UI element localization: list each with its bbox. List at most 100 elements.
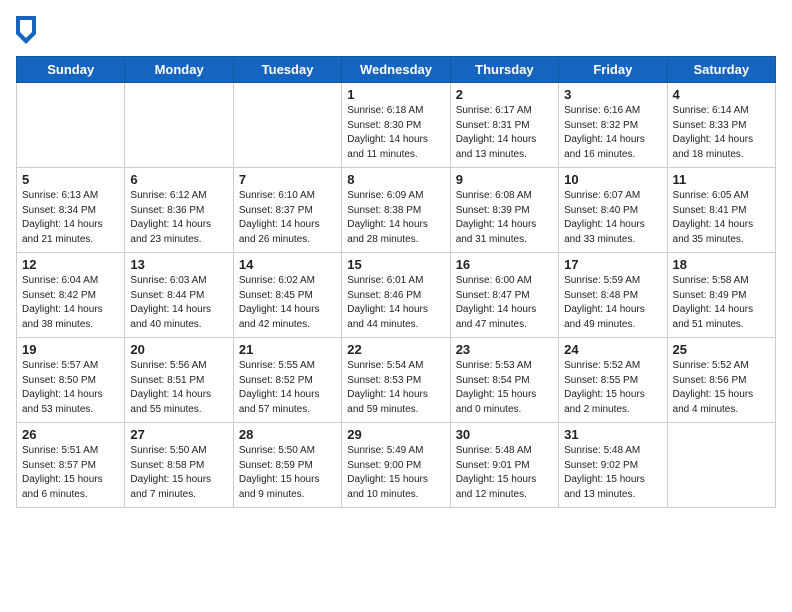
calendar-cell: 15 Sunrise: 6:01 AM Sunset: 8:46 PM Dayli… [342, 253, 450, 338]
day-number: 11 [673, 172, 770, 187]
day-info: Sunrise: 6:04 AM Sunset: 8:42 PM Dayligh… [22, 274, 119, 332]
calendar-cell: 25Sunrise: 5:52 AM Sunset: 8:56 PM Dayli… [667, 338, 775, 423]
calendar-cell: 21 Sunrise: 5:55 AM Sunset: 8:52 PM Dayli… [233, 338, 341, 423]
day-number: 7 [239, 172, 336, 187]
calendar-table: SundayMondayTuesdayWednesdayThursdayFrid… [16, 56, 776, 508]
week-row-4: 19 Sunrise: 5:57 AM Sunset: 8:50 PM Dayli… [17, 338, 776, 423]
day-number: 30 [456, 427, 553, 442]
day-info: Sunrise: 6:09 AM Sunset: 8:38 PM Dayligh… [347, 189, 444, 247]
day-info: Sunrise: 6:01 AM Sunset: 8:46 PM Dayligh… [347, 274, 444, 332]
day-number: 20 [130, 342, 227, 357]
day-number: 8 [347, 172, 444, 187]
calendar-cell: 4Sunrise: 6:14 AM Sunset: 8:33 PM Daylig… [667, 83, 775, 168]
day-number: 1 [347, 87, 444, 102]
day-info: Sunrise: 6:08 AM Sunset: 8:39 PM Dayligh… [456, 189, 553, 247]
day-number: 22 [347, 342, 444, 357]
day-info: Sunrise: 5:55 AM Sunset: 8:52 PM Dayligh… [239, 359, 336, 417]
day-number: 2 [456, 87, 553, 102]
weekday-header-row: SundayMondayTuesdayWednesdayThursdayFrid… [17, 57, 776, 83]
calendar-cell: 13 Sunrise: 6:03 AM Sunset: 8:44 PM Dayli… [125, 253, 233, 338]
calendar-cell: 8 Sunrise: 6:09 AM Sunset: 8:38 PM Daylig… [342, 168, 450, 253]
calendar-cell [233, 83, 341, 168]
day-number: 24 [564, 342, 661, 357]
day-info: Sunrise: 6:14 AM Sunset: 8:33 PM Dayligh… [673, 104, 770, 162]
day-info: Sunrise: 6:02 AM Sunset: 8:45 PM Dayligh… [239, 274, 336, 332]
weekday-header-wednesday: Wednesday [342, 57, 450, 83]
day-number: 23 [456, 342, 553, 357]
calendar-cell: 11 Sunrise: 6:05 AM Sunset: 8:41 PM Dayli… [667, 168, 775, 253]
calendar-cell: 6 Sunrise: 6:12 AM Sunset: 8:36 PM Daylig… [125, 168, 233, 253]
day-number: 9 [456, 172, 553, 187]
logo-icon [16, 16, 36, 44]
calendar-cell: 24 Sunrise: 5:52 AM Sunset: 8:55 PM Dayli… [559, 338, 667, 423]
calendar-cell: 30Sunrise: 5:48 AM Sunset: 9:01 PM Dayli… [450, 423, 558, 508]
calendar-cell [667, 423, 775, 508]
calendar-cell: 19 Sunrise: 5:57 AM Sunset: 8:50 PM Dayli… [17, 338, 125, 423]
day-info: Sunrise: 5:50 AM Sunset: 8:59 PM Dayligh… [239, 444, 336, 502]
calendar-cell: 17Sunrise: 5:59 AM Sunset: 8:48 PM Dayli… [559, 253, 667, 338]
calendar-cell: 22 Sunrise: 5:54 AM Sunset: 8:53 PM Dayli… [342, 338, 450, 423]
day-info: Sunrise: 5:52 AM Sunset: 8:56 PM Dayligh… [673, 359, 770, 417]
calendar-cell [17, 83, 125, 168]
weekday-header-friday: Friday [559, 57, 667, 83]
calendar-cell: 18 Sunrise: 5:58 AM Sunset: 8:49 PM Dayli… [667, 253, 775, 338]
calendar-cell: 28 Sunrise: 5:50 AM Sunset: 8:59 PM Dayli… [233, 423, 341, 508]
day-number: 5 [22, 172, 119, 187]
day-info: Sunrise: 5:48 AM Sunset: 9:02 PM Dayligh… [564, 444, 661, 502]
day-info: Sunrise: 6:00 AM Sunset: 8:47 PM Dayligh… [456, 274, 553, 332]
day-info: Sunrise: 5:57 AM Sunset: 8:50 PM Dayligh… [22, 359, 119, 417]
day-info: Sunrise: 6:05 AM Sunset: 8:41 PM Dayligh… [673, 189, 770, 247]
day-number: 13 [130, 257, 227, 272]
day-info: Sunrise: 6:12 AM Sunset: 8:36 PM Dayligh… [130, 189, 227, 247]
day-info: Sunrise: 5:52 AM Sunset: 8:55 PM Dayligh… [564, 359, 661, 417]
day-number: 12 [22, 257, 119, 272]
weekday-header-sunday: Sunday [17, 57, 125, 83]
weekday-header-tuesday: Tuesday [233, 57, 341, 83]
calendar-cell: 7 Sunrise: 6:10 AM Sunset: 8:37 PM Daylig… [233, 168, 341, 253]
calendar-cell: 3Sunrise: 6:16 AM Sunset: 8:32 PM Daylig… [559, 83, 667, 168]
weekday-header-saturday: Saturday [667, 57, 775, 83]
day-number: 19 [22, 342, 119, 357]
logo [16, 16, 40, 44]
weekday-header-monday: Monday [125, 57, 233, 83]
calendar-cell: 2Sunrise: 6:17 AM Sunset: 8:31 PM Daylig… [450, 83, 558, 168]
weekday-header-thursday: Thursday [450, 57, 558, 83]
day-info: Sunrise: 5:50 AM Sunset: 8:58 PM Dayligh… [130, 444, 227, 502]
day-info: Sunrise: 5:58 AM Sunset: 8:49 PM Dayligh… [673, 274, 770, 332]
page: SundayMondayTuesdayWednesdayThursdayFrid… [0, 0, 792, 518]
day-info: Sunrise: 6:18 AM Sunset: 8:30 PM Dayligh… [347, 104, 444, 162]
calendar-cell: 9 Sunrise: 6:08 AM Sunset: 8:39 PM Daylig… [450, 168, 558, 253]
calendar-cell: 31Sunrise: 5:48 AM Sunset: 9:02 PM Dayli… [559, 423, 667, 508]
day-number: 15 [347, 257, 444, 272]
calendar-cell: 10Sunrise: 6:07 AM Sunset: 8:40 PM Dayli… [559, 168, 667, 253]
calendar-cell: 5 Sunrise: 6:13 AM Sunset: 8:34 PM Daylig… [17, 168, 125, 253]
day-number: 6 [130, 172, 227, 187]
calendar-cell: 27Sunrise: 5:50 AM Sunset: 8:58 PM Dayli… [125, 423, 233, 508]
week-row-1: 1 Sunrise: 6:18 AM Sunset: 8:30 PM Daylig… [17, 83, 776, 168]
day-number: 10 [564, 172, 661, 187]
week-row-5: 26 Sunrise: 5:51 AM Sunset: 8:57 PM Dayli… [17, 423, 776, 508]
day-info: Sunrise: 5:53 AM Sunset: 8:54 PM Dayligh… [456, 359, 553, 417]
calendar-cell: 14 Sunrise: 6:02 AM Sunset: 8:45 PM Dayli… [233, 253, 341, 338]
day-info: Sunrise: 6:03 AM Sunset: 8:44 PM Dayligh… [130, 274, 227, 332]
day-info: Sunrise: 6:10 AM Sunset: 8:37 PM Dayligh… [239, 189, 336, 247]
day-number: 28 [239, 427, 336, 442]
day-number: 16 [456, 257, 553, 272]
day-number: 17 [564, 257, 661, 272]
week-row-2: 5 Sunrise: 6:13 AM Sunset: 8:34 PM Daylig… [17, 168, 776, 253]
calendar-cell: 23 Sunrise: 5:53 AM Sunset: 8:54 PM Dayli… [450, 338, 558, 423]
header [16, 16, 776, 44]
day-info: Sunrise: 6:13 AM Sunset: 8:34 PM Dayligh… [22, 189, 119, 247]
day-info: Sunrise: 5:51 AM Sunset: 8:57 PM Dayligh… [22, 444, 119, 502]
calendar-cell [125, 83, 233, 168]
day-info: Sunrise: 5:56 AM Sunset: 8:51 PM Dayligh… [130, 359, 227, 417]
day-number: 3 [564, 87, 661, 102]
day-info: Sunrise: 5:54 AM Sunset: 8:53 PM Dayligh… [347, 359, 444, 417]
day-number: 14 [239, 257, 336, 272]
calendar-cell: 16 Sunrise: 6:00 AM Sunset: 8:47 PM Dayli… [450, 253, 558, 338]
calendar-cell: 20 Sunrise: 5:56 AM Sunset: 8:51 PM Dayli… [125, 338, 233, 423]
day-number: 26 [22, 427, 119, 442]
calendar-cell: 29Sunrise: 5:49 AM Sunset: 9:00 PM Dayli… [342, 423, 450, 508]
day-number: 21 [239, 342, 336, 357]
day-number: 18 [673, 257, 770, 272]
